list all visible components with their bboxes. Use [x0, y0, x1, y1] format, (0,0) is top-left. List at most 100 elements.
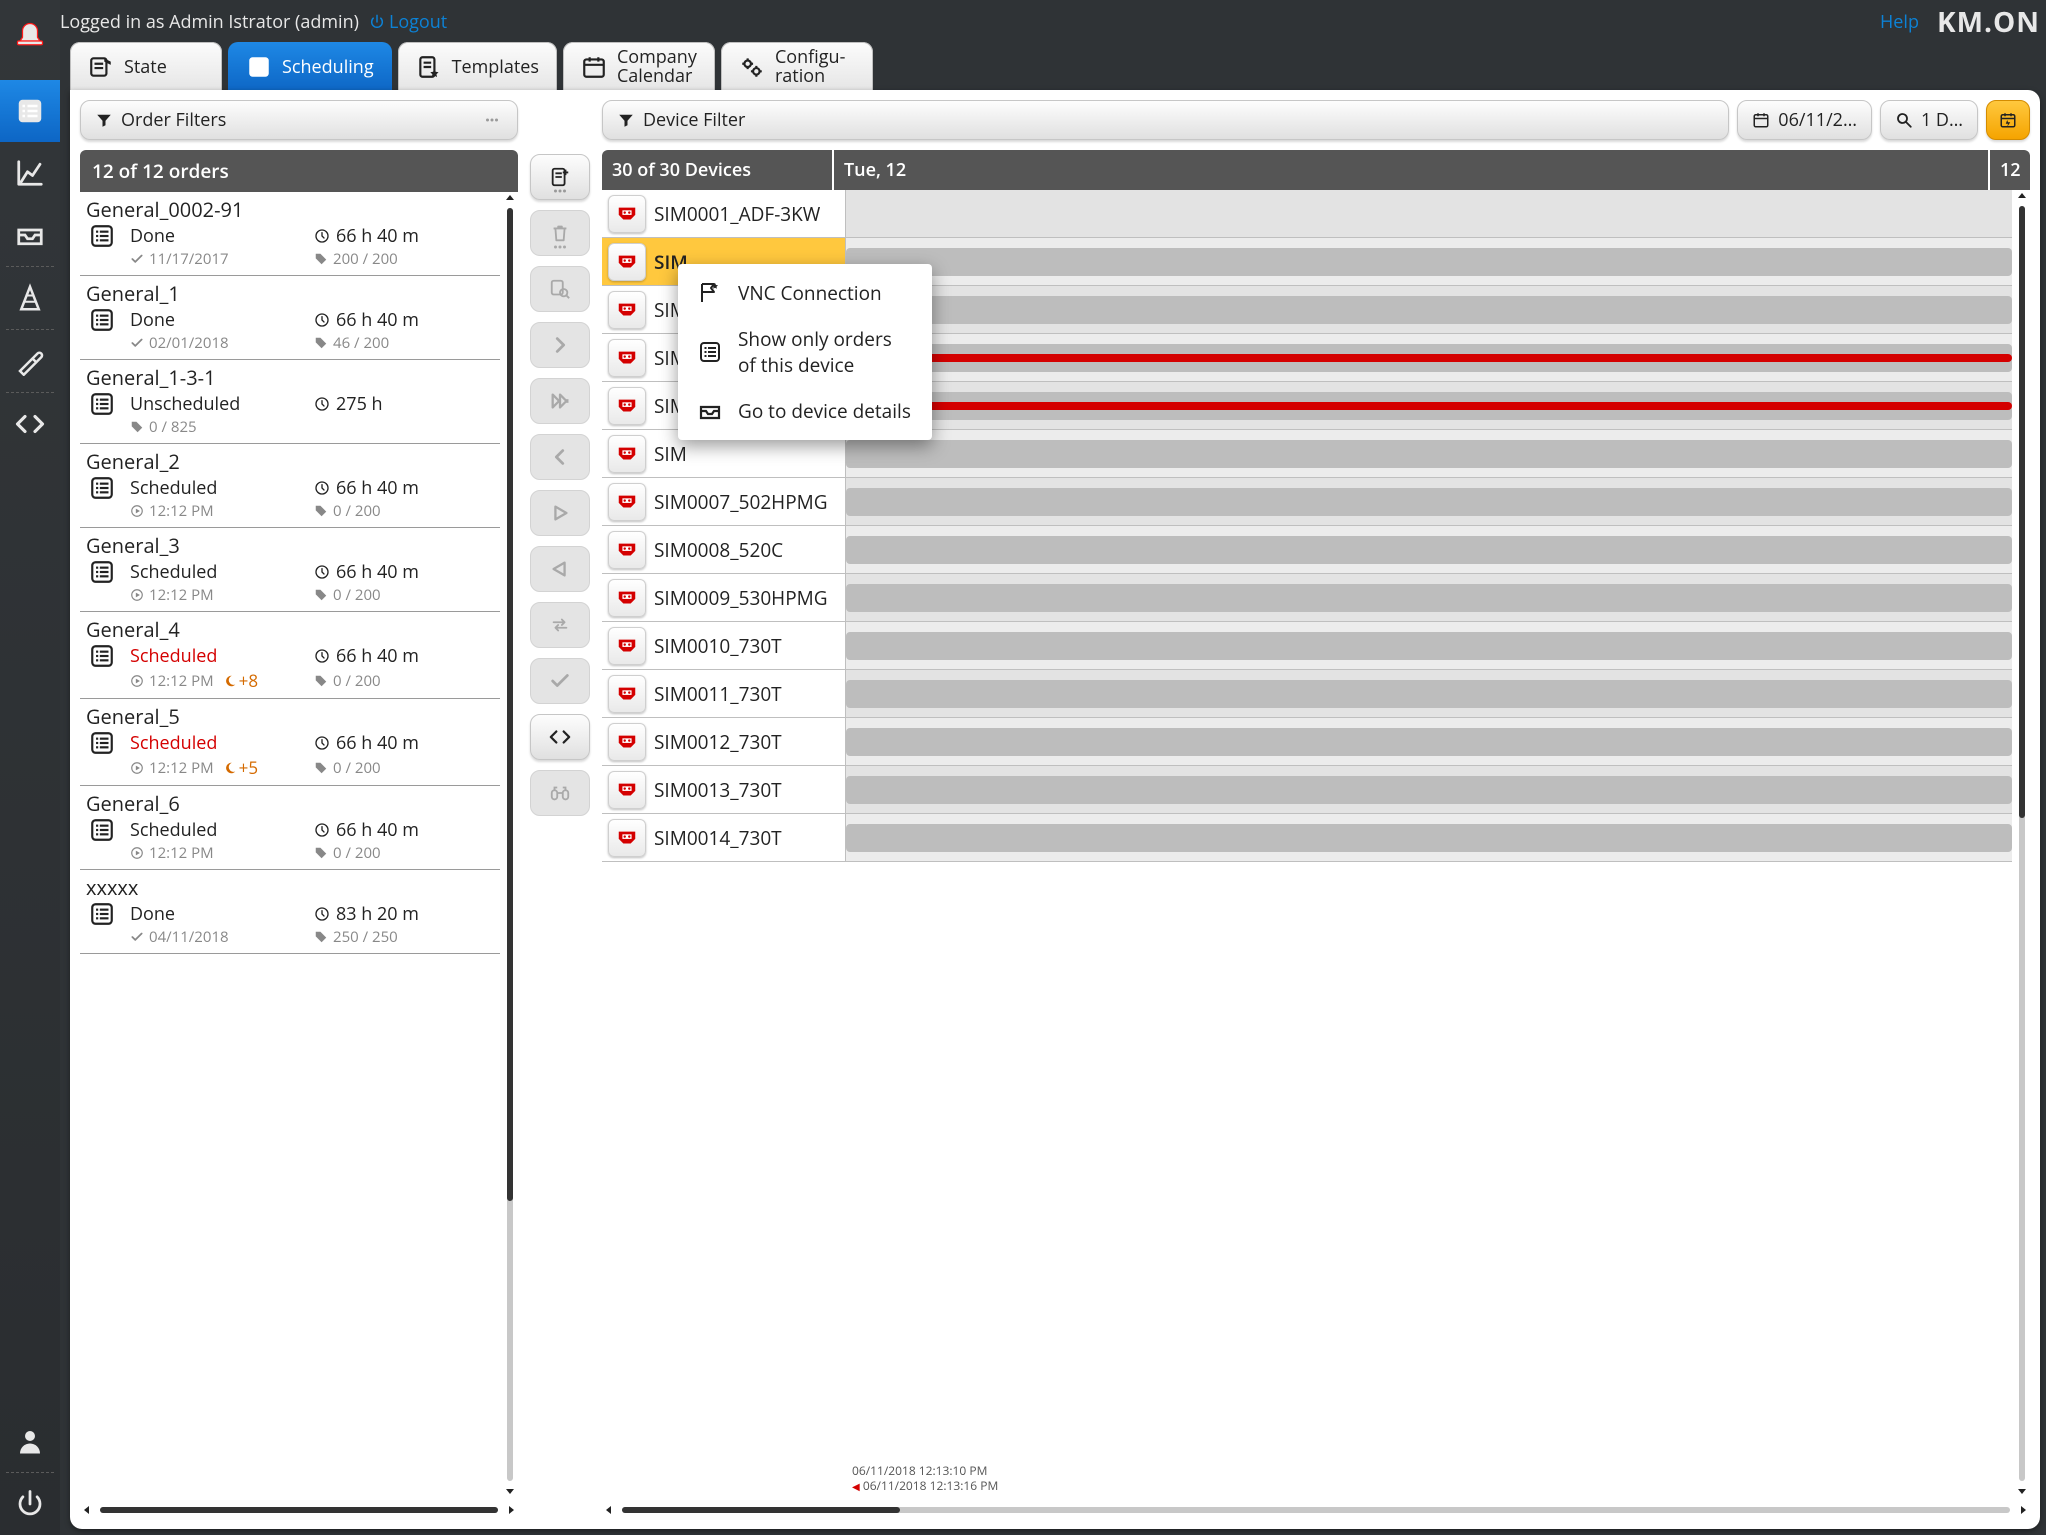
timeline-cell[interactable] [846, 430, 2012, 477]
scroll-up-icon[interactable] [2015, 190, 2029, 202]
calendar-now-button[interactable] [1986, 100, 2030, 140]
timeline-cell[interactable] [846, 238, 2012, 285]
timeline-cell[interactable] [846, 478, 2012, 525]
timeline-cell[interactable] [846, 286, 2012, 333]
device-row[interactable]: SIM0010_730T [602, 622, 2012, 670]
scroll-left-icon[interactable] [602, 1504, 616, 1516]
device-row[interactable]: SIM0009_530HPMG [602, 574, 2012, 622]
device-tile[interactable] [608, 195, 646, 233]
logout-button[interactable]: Logout [369, 10, 447, 34]
order-item[interactable]: General_1-3-1 Unscheduled 275 h 0 / 825 [80, 360, 500, 444]
order-item[interactable]: General_4 Scheduled 66 h 40 m 12:12 PM+8… [80, 612, 500, 699]
code-icon [549, 726, 571, 748]
device-row[interactable]: SIM0007_502HPMG [602, 478, 2012, 526]
scroll-down-icon[interactable] [503, 1485, 517, 1497]
machine-icon [614, 731, 640, 753]
sidebar-item-tray[interactable] [0, 204, 60, 266]
tag-icon [314, 761, 328, 775]
order-item[interactable]: General_6 Scheduled 66 h 40 m 12:12 PM 0… [80, 786, 500, 870]
scroll-up-icon[interactable] [503, 192, 517, 204]
order-sub: 12:12 PM [130, 843, 310, 863]
timeline-cell[interactable] [846, 334, 2012, 381]
date-picker-button[interactable]: 06/11/2… [1737, 100, 1872, 140]
device-row[interactable]: SIM0011_730T [602, 670, 2012, 718]
timeline-cell[interactable] [846, 622, 2012, 669]
machine-icon [614, 827, 640, 849]
device-tile[interactable] [608, 483, 646, 521]
order-item[interactable]: General_1 Done 66 h 40 m 02/01/2018 46 /… [80, 276, 500, 360]
device-tile[interactable] [608, 243, 646, 281]
ctx-show-orders-of-device[interactable]: Show only orders of this device [678, 316, 932, 388]
sidebar-item-code[interactable] [0, 393, 60, 455]
tray-icon [15, 220, 45, 250]
sidebar-item-user[interactable] [0, 1410, 60, 1472]
actions-column [530, 100, 590, 1519]
timeline-cell[interactable] [846, 574, 2012, 621]
timeline-cell[interactable] [846, 382, 2012, 429]
tab-company-calendar[interactable]: Company Calendar [563, 42, 715, 92]
device-tile[interactable] [608, 771, 646, 809]
order-item[interactable]: General_0002-91 Done 66 h 40 m 11/17/201… [80, 192, 500, 276]
timeline-cell[interactable] [846, 718, 2012, 765]
check-icon [130, 252, 144, 266]
order-item[interactable]: xxxxx Done 83 h 20 m 04/11/2018 250 / 25… [80, 870, 500, 954]
action-add[interactable] [530, 154, 590, 200]
device-tile[interactable] [608, 387, 646, 425]
device-tile[interactable] [608, 339, 646, 377]
timeline-cell[interactable] [846, 526, 2012, 573]
order-qty: 0 / 200 [314, 843, 494, 863]
device-tile[interactable] [608, 435, 646, 473]
order-item[interactable]: General_3 Scheduled 66 h 40 m 12:12 PM 0… [80, 528, 500, 612]
timeline-cell[interactable] [846, 670, 2012, 717]
device-row[interactable]: SIM0013_730T [602, 766, 2012, 814]
moon-icon [223, 674, 237, 688]
device-tile[interactable] [608, 675, 646, 713]
scroll-left-icon[interactable] [80, 1504, 94, 1516]
scroll-right-icon[interactable] [504, 1504, 518, 1516]
gears-icon [739, 54, 765, 80]
order-item[interactable]: General_5 Scheduled 66 h 40 m 12:12 PM+5… [80, 699, 500, 786]
device-filter-button[interactable]: Device Filter [602, 100, 1729, 140]
order-name: General_4 [86, 616, 494, 643]
device-tile[interactable] [608, 723, 646, 761]
tab-scheduling[interactable]: Scheduling [228, 42, 392, 92]
scroll-down-icon[interactable] [2015, 1485, 2029, 1497]
sidebar-item-list[interactable] [0, 80, 60, 142]
order-duration: 275 h [314, 392, 494, 416]
devices-scrollbar[interactable] [2014, 190, 2030, 1497]
device-row[interactable]: SIM0001_ADF-3KW [602, 190, 2012, 238]
calendar-icon [1752, 111, 1770, 129]
tab-templates[interactable]: Templates [398, 42, 557, 92]
timeline-cell[interactable] [846, 190, 2012, 237]
scroll-right-icon[interactable] [2016, 1504, 2030, 1516]
timeline-cell[interactable] [846, 766, 2012, 813]
device-tile[interactable] [608, 291, 646, 329]
ctx-device-details[interactable]: Go to device details [678, 388, 932, 434]
tab-state[interactable]: State [70, 42, 222, 92]
tab-configuration[interactable]: Configu- ration [721, 42, 873, 92]
action-code[interactable] [530, 714, 590, 760]
sidebar-item-cone[interactable] [0, 267, 60, 329]
zoom-button[interactable]: 1 D… [1880, 100, 1978, 140]
sidebar-item-power[interactable] [0, 1473, 60, 1535]
devices-hscroll[interactable] [602, 1501, 2030, 1519]
orders-hscroll[interactable] [80, 1501, 518, 1519]
order-item[interactable]: General_2 Scheduled 66 h 40 m 12:12 PM 0… [80, 444, 500, 528]
device-tile[interactable] [608, 531, 646, 569]
device-tile[interactable] [608, 579, 646, 617]
sidebar-item-chart[interactable] [0, 142, 60, 204]
sidebar-item-alarm[interactable] [0, 0, 60, 62]
device-row[interactable]: SIM0014_730T [602, 814, 2012, 862]
device-tile[interactable] [608, 819, 646, 857]
zoom-label: 1 D… [1921, 108, 1963, 132]
state-icon [88, 54, 114, 80]
timeline-cell[interactable] [846, 814, 2012, 861]
orders-scrollbar[interactable] [502, 192, 518, 1497]
device-row[interactable]: SIM0012_730T [602, 718, 2012, 766]
order-filters-button[interactable]: Order Filters [80, 100, 518, 140]
ctx-vnc-connection[interactable]: VNC Connection [678, 270, 932, 316]
device-tile[interactable] [608, 627, 646, 665]
device-row[interactable]: SIM0008_520C [602, 526, 2012, 574]
sidebar-item-screwdriver[interactable] [0, 330, 60, 392]
help-button[interactable]: Help [1874, 10, 1919, 34]
